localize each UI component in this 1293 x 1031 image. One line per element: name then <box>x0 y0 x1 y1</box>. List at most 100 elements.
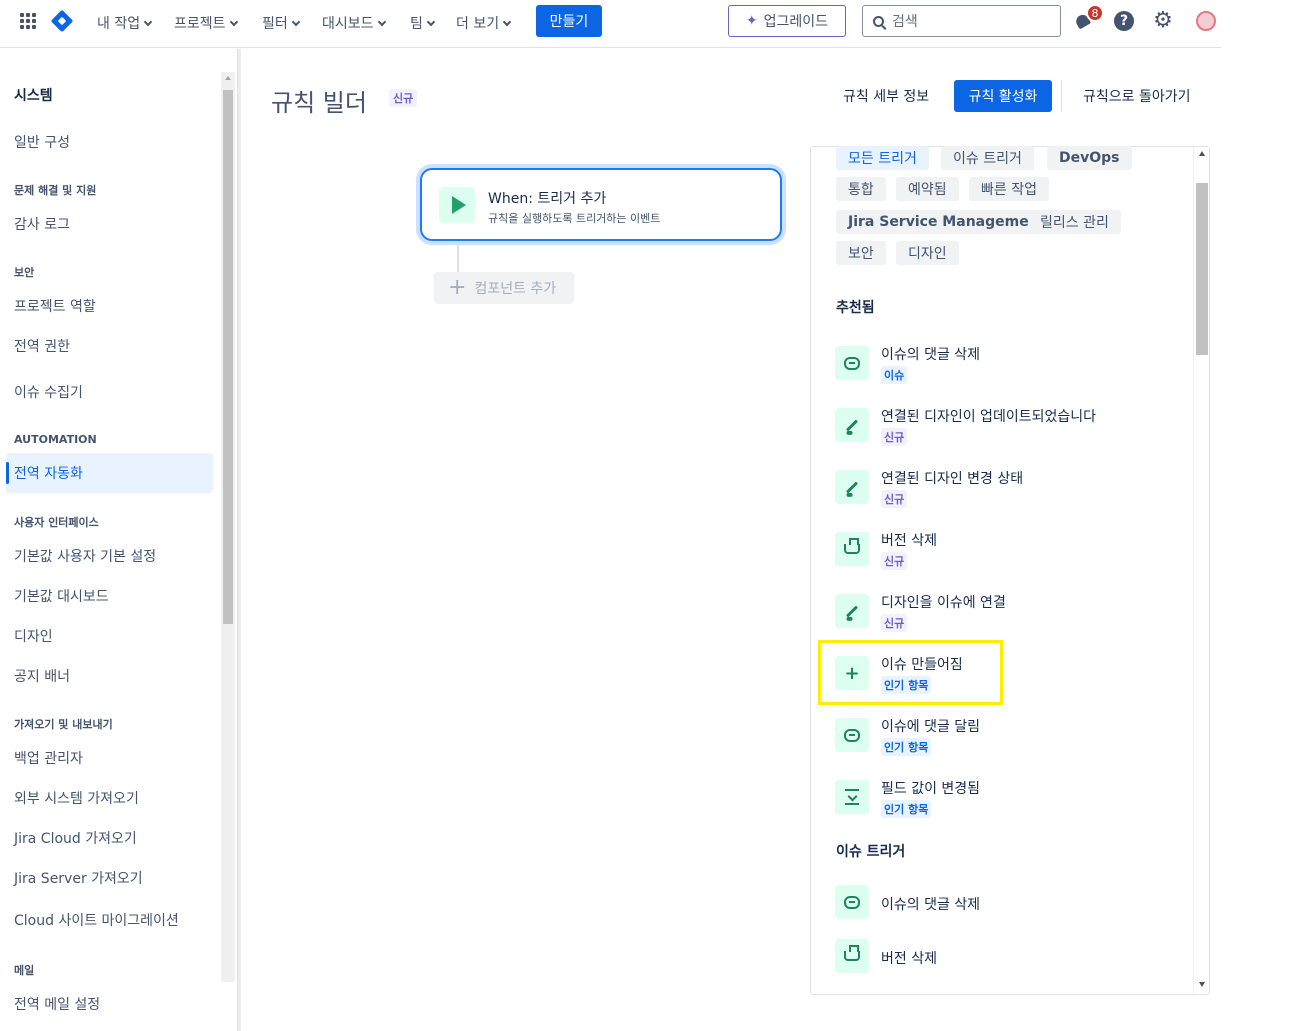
panel-scrollbar[interactable] <box>1193 147 1209 993</box>
upgrade-button[interactable]: ✦ 업그레이드 <box>728 5 846 37</box>
avatar[interactable] <box>1196 11 1216 31</box>
sidebar-item-default-user-prefs[interactable]: 기본값 사용자 기본 설정 <box>14 546 156 566</box>
sidebar-item-label: 전역 자동화 <box>14 466 83 482</box>
trigger-item-label[interactable]: 디자인을 이슈에 연결 <box>881 592 1006 612</box>
add-component-label: 컴포넌트 추가 <box>474 281 557 297</box>
trigger-title: When: 트리거 추가 <box>488 188 606 208</box>
sidebar-section-import-export: 가져오기 및 내보내기 <box>14 718 113 731</box>
scroll-up-icon[interactable] <box>1199 151 1205 156</box>
chip-scheduled[interactable]: 예약됨 <box>896 177 959 201</box>
nav-projects[interactable]: 프로젝트 <box>174 13 238 33</box>
chevron-down-icon <box>377 17 386 27</box>
search-input[interactable]: 검색 <box>862 5 1061 37</box>
trigger-item-label[interactable]: 버전 삭제 <box>881 530 937 550</box>
chip-release-management[interactable]: 릴리스 관리 <box>1028 210 1121 234</box>
sidebar-item-global-automation[interactable]: 전역 자동화 <box>6 453 213 493</box>
chevron-down-icon <box>426 17 436 27</box>
notifications-button[interactable]: 8 <box>1073 4 1104 30</box>
sidebar-item-audit-log[interactable]: 감사 로그 <box>14 214 70 234</box>
activate-rule-button[interactable]: 규칙 활성화 <box>954 80 1052 112</box>
ship-icon <box>835 939 869 973</box>
notification-count-badge: 8 <box>1086 4 1104 22</box>
trigger-item-label[interactable]: 연결된 디자인 변경 상태 <box>881 468 1023 488</box>
issue-triggers-heading: 이슈 트리거 <box>836 844 906 860</box>
sidebar-item-jira-cloud-import[interactable]: Jira Cloud 가져오기 <box>14 828 137 848</box>
search-placeholder: 검색 <box>892 14 918 30</box>
upgrade-label: 업그레이드 <box>763 14 829 30</box>
panel-scroll-thumb[interactable] <box>1196 183 1208 355</box>
sidebar-item-backup-manager[interactable]: 백업 관리자 <box>14 748 83 768</box>
nav-your-work[interactable]: 내 작업 <box>97 13 153 33</box>
sparkle-icon: ✦ <box>745 13 758 29</box>
comment-icon <box>835 885 869 919</box>
add-component-button[interactable]: + 컴포넌트 추가 <box>434 272 574 304</box>
sidebar-item-global-permissions[interactable]: 전역 권한 <box>14 336 70 356</box>
trigger-item-label[interactable]: 이슈의 댓글 삭제 <box>881 894 980 914</box>
nav-filters[interactable]: 필터 <box>262 13 301 33</box>
new-badge: 신규 <box>389 89 418 107</box>
sidebar-item-default-dashboard[interactable]: 기본값 대시보드 <box>14 586 109 606</box>
rule-details-button[interactable]: 규칙 세부 정보 <box>843 86 929 106</box>
trigger-item-label[interactable]: 필드 값이 변경됨 <box>881 778 980 798</box>
app-switcher-icon[interactable] <box>20 13 36 29</box>
chip-jsm[interactable]: Jira Service Management <box>836 210 1058 234</box>
new-badge: 신규 <box>881 490 908 508</box>
trigger-item-label[interactable]: 연결된 디자인이 업데이트되었습니다 <box>881 406 1096 426</box>
chip-security[interactable]: 보안 <box>836 241 886 265</box>
help-icon[interactable]: ? <box>1114 11 1134 31</box>
back-to-rules-button[interactable]: 규칙으로 돌아가기 <box>1083 86 1191 106</box>
chip-devops[interactable]: DevOps <box>1047 146 1132 170</box>
play-icon <box>439 187 475 223</box>
comment-icon <box>835 718 869 752</box>
issue-badge: 이슈 <box>881 366 908 384</box>
nav-teams[interactable]: 팀 <box>410 13 436 33</box>
chip-all-triggers[interactable]: 모든 트리거 <box>836 146 929 170</box>
sidebar-item-global-mail[interactable]: 전역 메일 설정 <box>14 994 100 1014</box>
search-icon <box>873 15 884 27</box>
sidebar-item-general[interactable]: 일반 구성 <box>14 132 70 152</box>
page-title: 규칙 빌더 <box>271 89 367 117</box>
nav-dashboards[interactable]: 대시보드 <box>322 13 386 33</box>
gear-icon[interactable]: ⚙ <box>1153 10 1173 32</box>
brush-icon <box>835 594 869 628</box>
sidebar-section-mail: 메일 <box>14 964 35 977</box>
jira-logo-icon[interactable] <box>50 9 74 33</box>
chip-quick-actions[interactable]: 빠른 작업 <box>969 177 1049 201</box>
popular-badge: 인기 항목 <box>881 800 932 818</box>
brush-icon <box>835 408 869 442</box>
sidebar-section-security: 보안 <box>14 266 35 279</box>
trigger-card[interactable]: When: 트리거 추가 규칙을 실행하도록 트리거하는 이벤트 <box>420 168 782 241</box>
chip-design[interactable]: 디자인 <box>896 241 959 265</box>
sidebar-item-cloud-migration[interactable]: Cloud 사이트 마이그레이션 <box>14 910 179 930</box>
chevron-down-icon <box>229 17 238 27</box>
highlight-box <box>818 640 1003 705</box>
trigger-item-label[interactable]: 이슈의 댓글 삭제 <box>881 344 980 364</box>
sidebar-item-issue-collectors[interactable]: 이슈 수집기 <box>14 382 83 402</box>
chevron-down-icon <box>143 17 153 27</box>
create-button[interactable]: 만들기 <box>536 5 602 37</box>
scroll-down-icon[interactable] <box>1199 982 1205 987</box>
new-badge: 신규 <box>881 428 908 446</box>
sidebar-item-project-roles[interactable]: 프로젝트 역할 <box>14 296 96 316</box>
trigger-item-label[interactable]: 버전 삭제 <box>881 948 937 968</box>
sidebar-item-jira-server-import[interactable]: Jira Server 가져오기 <box>14 868 143 888</box>
sidebar-section-automation: AUTOMATION <box>14 433 97 446</box>
nav-more[interactable]: 더 보기 <box>456 13 512 33</box>
comment-icon <box>835 346 869 380</box>
sidebar-divider <box>238 49 241 1031</box>
trigger-prefix: When: <box>488 191 533 207</box>
connector-line <box>457 244 459 272</box>
sidebar-scroll-thumb[interactable] <box>223 90 233 624</box>
trigger-item-label[interactable]: 이슈에 댓글 달림 <box>881 716 980 736</box>
sidebar-scrollbar[interactable] <box>221 72 235 982</box>
header-divider <box>1061 80 1062 112</box>
download-icon <box>835 780 869 814</box>
chip-integrations[interactable]: 통합 <box>836 177 886 201</box>
recommended-heading: 추천됨 <box>836 300 875 316</box>
chip-issue-triggers[interactable]: 이슈 트리거 <box>941 146 1034 170</box>
trigger-title-text: 트리거 추가 <box>537 191 607 207</box>
sidebar-item-announcement-banner[interactable]: 공지 배너 <box>14 666 70 686</box>
sidebar-item-external-import[interactable]: 외부 시스템 가져오기 <box>14 788 139 808</box>
scroll-up-icon[interactable] <box>225 76 231 80</box>
sidebar-item-design[interactable]: 디자인 <box>14 626 53 646</box>
